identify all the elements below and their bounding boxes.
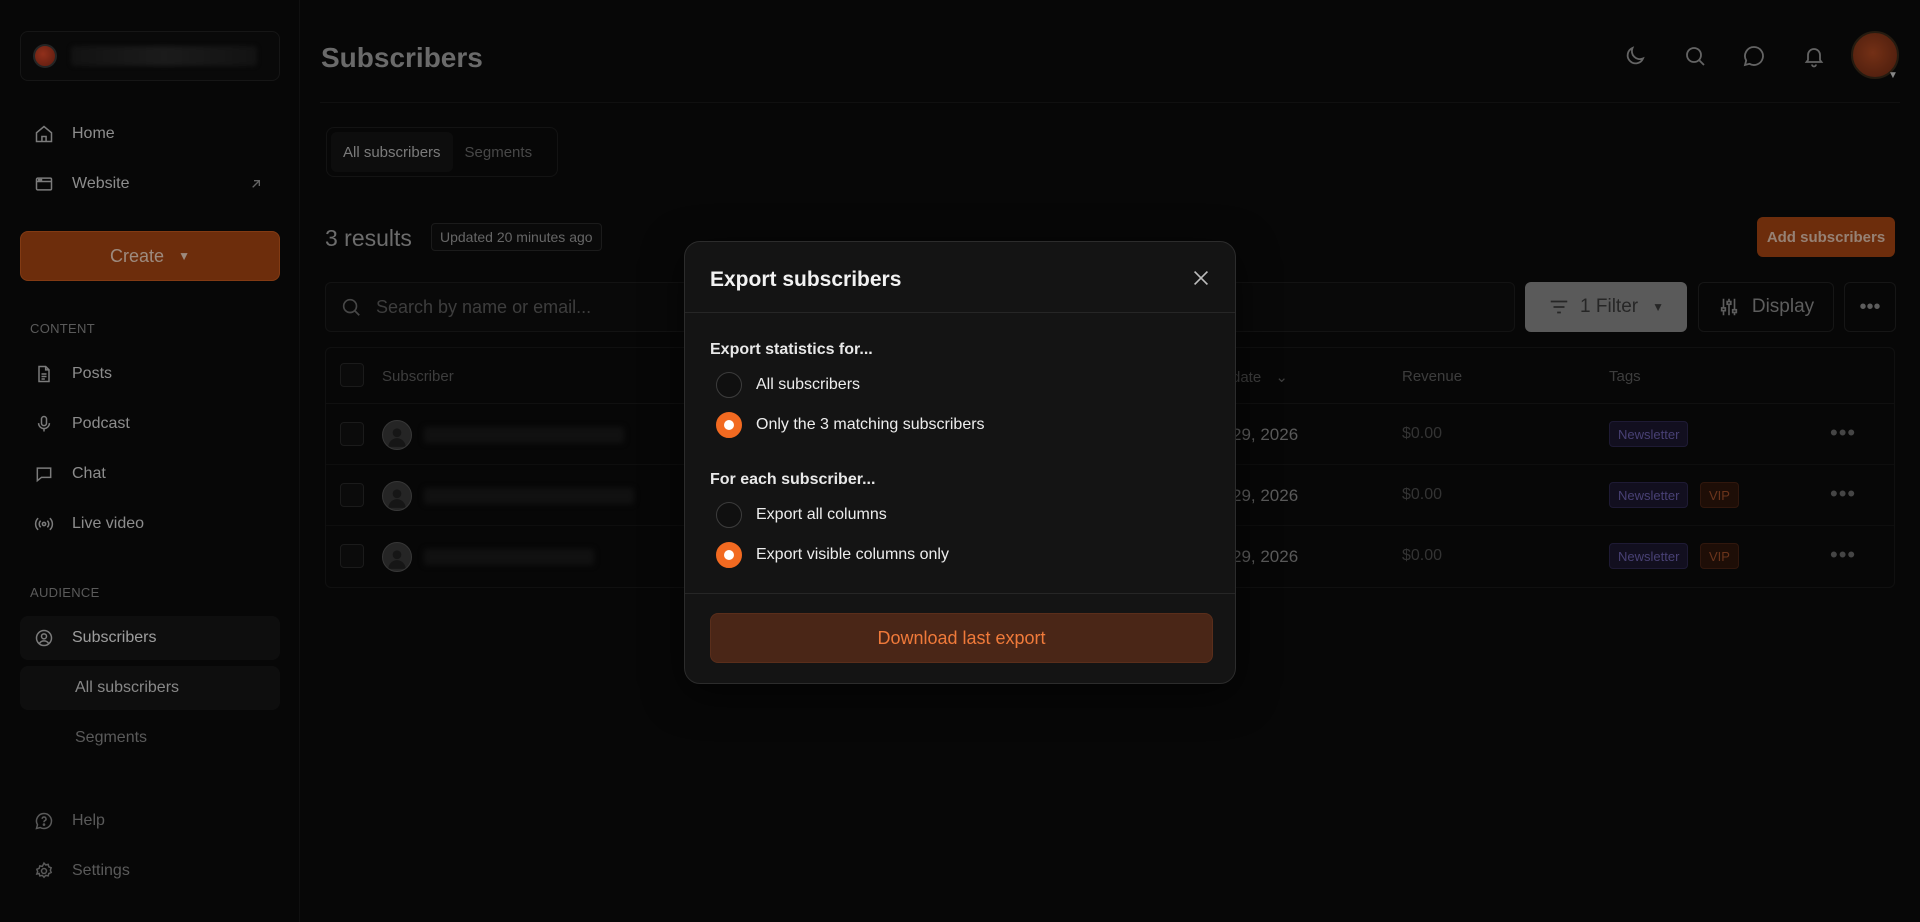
close-icon[interactable] [1190, 267, 1214, 291]
modal-divider [685, 312, 1235, 313]
radio-label: All subscribers [756, 376, 861, 393]
radio-matching-subscribers[interactable]: Only the 3 matching subscribers [716, 412, 985, 438]
radio-export-visible-columns[interactable]: Export visible columns only [716, 542, 949, 568]
for-each-subscriber-label: For each subscriber... [710, 471, 876, 488]
radio-all-subscribers[interactable]: All subscribers [716, 372, 860, 398]
export-statistics-label: Export statistics for... [710, 341, 873, 358]
app-root: Home Website Create ▼ CONTENT Posts Podc… [0, 0, 1920, 922]
radio-label: Export visible columns only [756, 546, 949, 563]
radio-button[interactable] [716, 502, 742, 528]
radio-button-selected[interactable] [716, 542, 742, 568]
radio-button[interactable] [716, 372, 742, 398]
radio-label: Export all columns [756, 506, 887, 523]
export-subscribers-modal: Export subscribers Export statistics for… [684, 241, 1236, 684]
radio-label: Only the 3 matching subscribers [756, 416, 985, 433]
modal-title: Export subscribers [710, 268, 902, 291]
download-last-export-button[interactable]: Download last export [710, 613, 1213, 663]
modal-divider [685, 593, 1235, 594]
radio-button-selected[interactable] [716, 412, 742, 438]
radio-export-all-columns[interactable]: Export all columns [716, 502, 887, 528]
